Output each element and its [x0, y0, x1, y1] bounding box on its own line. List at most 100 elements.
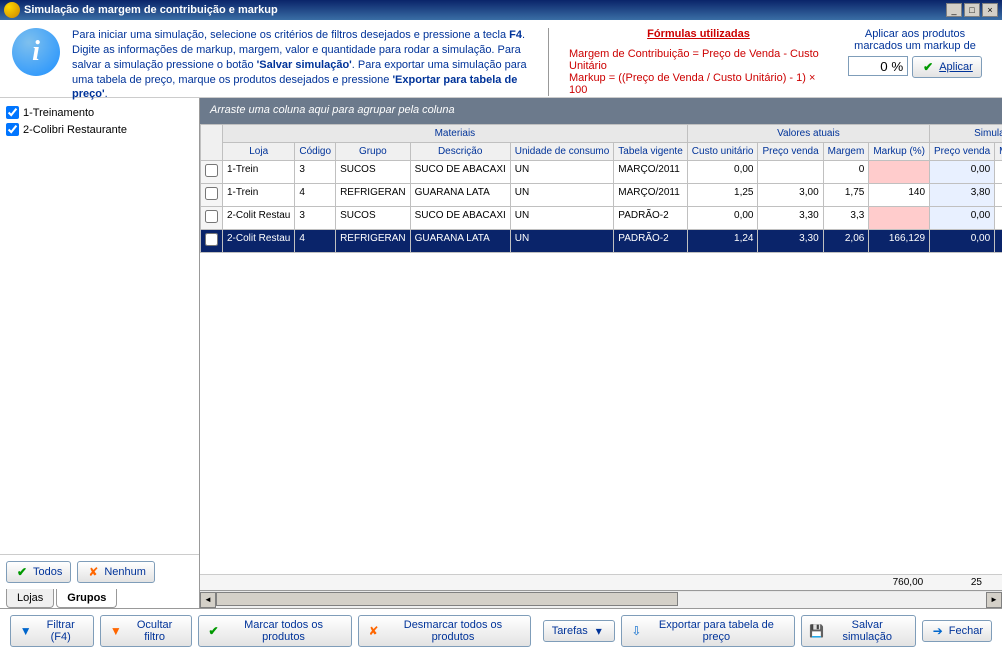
cell-grupo[interactable]: REFRIGERAN	[336, 230, 411, 253]
scroll-left-arrow[interactable]: ◄	[200, 592, 216, 608]
table-row[interactable]: 1-Trein3SUCOSSUCO DE ABACAXIUNMARÇO/2011…	[201, 161, 1002, 184]
col-custo[interactable]: Custo unitário	[687, 143, 758, 161]
cell-tab[interactable]: PADRÃO-2	[614, 230, 688, 253]
cell-tab[interactable]: PADRÃO-2	[614, 207, 688, 230]
cell-markup[interactable]	[869, 207, 930, 230]
cell-sp[interactable]: 0,00	[930, 161, 995, 184]
col-tabela[interactable]: Tabela vigente	[614, 143, 688, 161]
col-grupo[interactable]: Grupo	[336, 143, 411, 161]
tree-item[interactable]: 2-Colibri Restaurante	[6, 121, 193, 138]
cell-grupo[interactable]: SUCOS	[336, 161, 411, 184]
col-sim-preco[interactable]: Preço venda	[930, 143, 995, 161]
tasks-button[interactable]: Tarefas ▾	[543, 620, 615, 642]
scroll-thumb[interactable]	[216, 592, 678, 606]
cell-loja[interactable]: 1-Trein	[223, 184, 295, 207]
cell-codigo[interactable]: 4	[295, 184, 336, 207]
cell-sm[interactable]: 0,00	[995, 161, 1002, 184]
cell-custo[interactable]: 1,24	[687, 230, 758, 253]
col-codigo[interactable]: Código	[295, 143, 336, 161]
cell-grupo[interactable]: SUCOS	[336, 207, 411, 230]
apply-button[interactable]: ✔Aplicar	[912, 56, 982, 78]
col-sim-margem[interactable]: Margem	[995, 143, 1002, 161]
cell-loja[interactable]: 2-Colit Restau	[223, 230, 295, 253]
close-button[interactable]: ×	[982, 3, 998, 17]
row-checkbox-cell[interactable]	[201, 230, 223, 253]
row-checkbox[interactable]	[205, 164, 218, 177]
row-checkbox-cell[interactable]	[201, 184, 223, 207]
close-dialog-button[interactable]: ➔Fechar	[922, 620, 992, 642]
cell-codigo[interactable]: 3	[295, 161, 336, 184]
table-row[interactable]: 2-Colit Restau4REFRIGERANGUARANA LATAUNP…	[201, 230, 1002, 253]
grid-scroll[interactable]: Materiais Valores atuais Simulação unitá…	[200, 124, 1002, 574]
horizontal-scrollbar[interactable]: ◄ ►	[200, 590, 1002, 608]
cell-markup[interactable]	[869, 161, 930, 184]
hide-filter-button[interactable]: ▼Ocultar filtro	[100, 615, 192, 647]
table-row[interactable]: 1-Trein4REFRIGERANGUARANA LATAUNMARÇO/20…	[201, 184, 1002, 207]
cell-custo[interactable]: 0,00	[687, 161, 758, 184]
cell-sm[interactable]: 0,00	[995, 207, 1002, 230]
col-markup[interactable]: Markup (%)	[869, 143, 930, 161]
cell-un[interactable]: UN	[510, 230, 614, 253]
cell-grupo[interactable]: REFRIGERAN	[336, 184, 411, 207]
cell-tab[interactable]: MARÇO/2011	[614, 161, 688, 184]
cell-un[interactable]: UN	[510, 184, 614, 207]
cell-sm[interactable]: 2,55	[995, 184, 1002, 207]
cell-markup[interactable]: 166,129	[869, 230, 930, 253]
cell-un[interactable]: UN	[510, 161, 614, 184]
cell-loja[interactable]: 1-Trein	[223, 161, 295, 184]
col-unidade[interactable]: Unidade de consumo	[510, 143, 614, 161]
cell-tab[interactable]: MARÇO/2011	[614, 184, 688, 207]
cell-margem[interactable]: 1,75	[823, 184, 869, 207]
col-loja[interactable]: Loja	[223, 143, 295, 161]
scroll-track[interactable]	[216, 592, 986, 608]
row-checkbox-cell[interactable]	[201, 161, 223, 184]
cell-margem[interactable]: 0	[823, 161, 869, 184]
cell-custo[interactable]: 1,25	[687, 184, 758, 207]
markup-percent-input[interactable]	[848, 56, 908, 76]
export-button[interactable]: ⇩Exportar para tabela de preço	[621, 615, 795, 647]
cell-preco[interactable]: 3,30	[758, 230, 823, 253]
row-checkbox[interactable]	[205, 210, 218, 223]
cell-margem[interactable]: 3,3	[823, 207, 869, 230]
filter-button[interactable]: ▼Filtrar (F4)	[10, 615, 94, 647]
check-all-button[interactable]: ✔Marcar todos os produtos	[198, 615, 352, 647]
tab-lojas[interactable]: Lojas	[6, 589, 54, 608]
tree-checkbox[interactable]	[6, 123, 19, 136]
minimize-button[interactable]: _	[946, 3, 962, 17]
cell-codigo[interactable]: 4	[295, 230, 336, 253]
save-button[interactable]: 💾Salvar simulação	[801, 615, 916, 647]
cell-codigo[interactable]: 3	[295, 207, 336, 230]
tab-grupos[interactable]: Grupos	[56, 589, 117, 608]
cell-preco[interactable]	[758, 161, 823, 184]
col-descricao[interactable]: Descrição	[410, 143, 510, 161]
cell-un[interactable]: UN	[510, 207, 614, 230]
cell-preco[interactable]: 3,00	[758, 184, 823, 207]
tree-item[interactable]: 1-Treinamento	[6, 104, 193, 121]
cell-margem[interactable]: 2,06	[823, 230, 869, 253]
cell-sm[interactable]: 0,00	[995, 230, 1002, 253]
col-margem[interactable]: Margem	[823, 143, 869, 161]
group-by-bar[interactable]: Arraste uma coluna aqui para agrupar pel…	[200, 98, 1002, 124]
row-checkbox[interactable]	[205, 233, 218, 246]
cell-sp[interactable]: 3,80	[930, 184, 995, 207]
scroll-right-arrow[interactable]: ►	[986, 592, 1002, 608]
cell-custo[interactable]: 0,00	[687, 207, 758, 230]
cell-desc[interactable]: SUCO DE ABACAXI	[410, 207, 510, 230]
cell-sp[interactable]: 0,00	[930, 230, 995, 253]
cell-desc[interactable]: GUARANA LATA	[410, 230, 510, 253]
cell-loja[interactable]: 2-Colit Restau	[223, 207, 295, 230]
select-all-button[interactable]: ✔Todos	[6, 561, 71, 583]
col-check[interactable]	[201, 125, 223, 161]
table-row[interactable]: 2-Colit Restau3SUCOSSUCO DE ABACAXIUNPAD…	[201, 207, 1002, 230]
row-checkbox[interactable]	[205, 187, 218, 200]
tree-checkbox[interactable]	[6, 106, 19, 119]
row-checkbox-cell[interactable]	[201, 207, 223, 230]
cell-desc[interactable]: SUCO DE ABACAXI	[410, 161, 510, 184]
uncheck-all-button[interactable]: ✘Desmarcar todos os produtos	[358, 615, 531, 647]
cell-sp[interactable]: 0,00	[930, 207, 995, 230]
cell-preco[interactable]: 3,30	[758, 207, 823, 230]
col-preco[interactable]: Preço venda	[758, 143, 823, 161]
cell-desc[interactable]: GUARANA LATA	[410, 184, 510, 207]
cell-markup[interactable]: 140	[869, 184, 930, 207]
maximize-button[interactable]: □	[964, 3, 980, 17]
